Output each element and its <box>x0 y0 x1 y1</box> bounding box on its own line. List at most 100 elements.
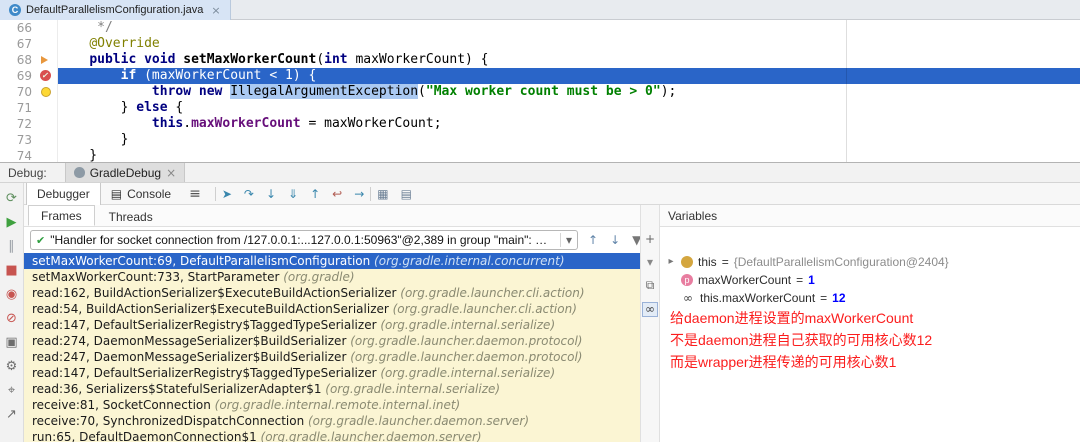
variable-row[interactable]: ∞ this.maxWorkerCount = 12 <box>666 289 1080 307</box>
frame-location: read:162, BuildActionSerializer$ExecuteB… <box>32 286 401 300</box>
close-icon[interactable]: × <box>166 166 176 180</box>
code-line[interactable]: 73 } <box>0 132 1080 148</box>
frame-up-icon[interactable]: ↑ <box>588 233 598 247</box>
code-text: */ <box>58 20 113 35</box>
code-text: } else { <box>58 100 184 115</box>
code-editor[interactable]: 66 */67 @Override 68 public void setMaxWo… <box>0 20 1080 162</box>
pin-icon[interactable]: ⌖ <box>8 383 15 399</box>
line-number[interactable]: 66 <box>0 20 36 36</box>
frame-row[interactable]: setMaxWorkerCount:69, DefaultParallelism… <box>24 253 640 269</box>
frames-tab-bar: Frames Threads <box>24 205 640 227</box>
thread-selector-row: ✔ "Handler for socket connection from /1… <box>24 227 641 253</box>
line-number[interactable]: 74 <box>0 148 36 162</box>
line-number[interactable]: 72 <box>0 116 36 132</box>
step-out-icon[interactable]: ↑ <box>310 187 320 201</box>
variable-row[interactable]: ▸ this = {DefaultParallelismConfiguration… <box>666 253 1080 271</box>
gutter-cell[interactable] <box>36 68 58 84</box>
frame-row[interactable]: read:274, DaemonMessageSerializer$BuildS… <box>24 333 640 349</box>
add-watch-icon[interactable]: + <box>645 233 655 246</box>
frame-location: read:247, DaemonMessageSerializer$BuildS… <box>32 350 351 364</box>
variable-name: maxWorkerCount <box>698 273 792 287</box>
line-number[interactable]: 69 <box>0 68 36 84</box>
collapse-icon[interactable]: ▾ <box>647 256 653 269</box>
code-line[interactable]: 70 throw new IllegalArgumentException("M… <box>0 84 1080 100</box>
frame-row[interactable]: setMaxWorkerCount:733, StartParameter (o… <box>24 269 640 285</box>
menu-icon[interactable]: ≡ <box>189 186 201 202</box>
pause-icon[interactable]: ∥ <box>8 239 15 255</box>
thread-dump-icon[interactable]: ▣ <box>5 335 17 351</box>
variable-value: {DefaultParallelismConfiguration@2404} <box>733 255 949 269</box>
frame-location: receive:70, SynchronizedDispatchConnecti… <box>32 414 308 428</box>
tab-debugger[interactable]: Debugger <box>26 182 101 205</box>
code-line[interactable]: 74 } <box>0 148 1080 162</box>
console-icon: ▤ <box>110 186 123 201</box>
show-watches-icon[interactable]: ∞ <box>642 302 658 317</box>
code-text: } <box>58 148 98 162</box>
tab-console[interactable]: ▤ Console <box>101 183 181 205</box>
variables-header: Variables <box>660 205 1080 227</box>
frame-row[interactable]: read:147, DefaultSerializerRegistry$Tagg… <box>24 317 640 333</box>
line-number[interactable]: 73 <box>0 132 36 148</box>
code-line[interactable]: 71 } else { <box>0 100 1080 116</box>
gutter-cell[interactable] <box>36 84 58 100</box>
code-text: throw new IllegalArgumentException("Max … <box>151 84 677 99</box>
code-line[interactable]: 66 */ <box>0 20 1080 36</box>
editor-tab[interactable]: C DefaultParallelismConfiguration.java × <box>0 0 231 20</box>
code-line[interactable]: 67 @Override <box>0 36 1080 52</box>
frame-location: run:65, DefaultDaemonConnection$1 <box>32 430 261 442</box>
close-icon[interactable]: × <box>211 4 220 17</box>
line-number[interactable]: 71 <box>0 100 36 116</box>
gutter-cell <box>36 116 58 132</box>
annotation-note: 不是daemon进程自己获取的可用核心数12 <box>670 332 933 348</box>
line-number[interactable]: 67 <box>0 36 36 52</box>
frame-row[interactable]: read:247, DaemonMessageSerializer$BuildS… <box>24 349 640 365</box>
session-tab-gradledebug[interactable]: GradleDebug × <box>64 163 186 182</box>
copy-icon[interactable]: ⧉ <box>646 279 655 292</box>
stop-icon[interactable]: ■ <box>5 263 17 279</box>
line-number[interactable]: 68 <box>0 52 36 68</box>
frame-row[interactable]: read:162, BuildActionSerializer$ExecuteB… <box>24 285 640 301</box>
code-line[interactable]: 69 if (maxWorkerCount < 1) { <box>0 68 1080 84</box>
frame-package: (org.gradle.launcher.daemon.protocol) <box>350 350 583 364</box>
tab-frames[interactable]: Frames <box>28 205 95 226</box>
tab-threads[interactable]: Threads <box>97 207 165 226</box>
step-into-icon[interactable]: ↓ <box>266 187 276 201</box>
breakpoint-icon[interactable] <box>40 68 51 84</box>
show-execution-point-icon[interactable]: ➤ <box>222 187 232 201</box>
frame-row[interactable]: read:54, BuildActionSerializer$ExecuteBu… <box>24 301 640 317</box>
thread-selector[interactable]: ✔ "Handler for socket connection from /1… <box>30 230 578 250</box>
expand-chevron-icon[interactable]: ▸ <box>666 253 676 271</box>
tab-debugger-label: Debugger <box>37 186 90 201</box>
run-to-cursor-icon[interactable]: → <box>354 187 364 201</box>
code-line[interactable]: 68 public void setMaxWorkerCount(int max… <box>0 52 1080 68</box>
gutter-run-icon[interactable] <box>41 56 48 64</box>
resume-icon[interactable]: ▶ <box>7 215 17 231</box>
frame-down-icon[interactable]: ↓ <box>610 233 620 247</box>
frame-row[interactable]: run:65, DefaultDaemonConnection$1 (org.g… <box>24 429 640 442</box>
code-line[interactable]: 72 this.maxWorkerCount = maxWorkerCount; <box>0 116 1080 132</box>
equals-sign: = <box>820 291 828 305</box>
line-number[interactable]: 70 <box>0 84 36 100</box>
mute-breakpoints-icon[interactable]: ⊘ <box>6 311 17 327</box>
frame-row[interactable]: read:36, Serializers$StatefulSerializerA… <box>24 381 640 397</box>
code-text: public void setMaxWorkerCount(int maxWor… <box>89 52 489 67</box>
restore-layout-icon[interactable]: ↗ <box>6 407 17 423</box>
frame-row[interactable]: receive:81, SocketConnection (org.gradle… <box>24 397 640 413</box>
variable-row[interactable]: p maxWorkerCount = 1 <box>666 271 1080 289</box>
gutter-cell[interactable] <box>36 52 58 68</box>
frame-row[interactable]: read:147, DefaultSerializerRegistry$Tagg… <box>24 365 640 381</box>
variable-kind-icon <box>681 256 693 268</box>
rerun-icon[interactable]: ⟳ <box>6 191 17 207</box>
grid-icon[interactable]: ▦ <box>377 187 388 201</box>
layout-icon[interactable]: ▤ <box>401 187 412 201</box>
drop-frame-icon[interactable]: ↩ <box>332 187 342 201</box>
chevron-down-icon[interactable]: ▾ <box>559 233 572 247</box>
settings-icon[interactable]: ⚙ <box>6 359 18 375</box>
frame-location: setMaxWorkerCount:733, StartParameter <box>32 270 284 284</box>
frame-row[interactable]: receive:70, SynchronizedDispatchConnecti… <box>24 413 640 429</box>
view-breakpoints-icon[interactable]: ◉ <box>6 287 17 303</box>
force-step-into-icon[interactable]: ⇓ <box>288 187 298 201</box>
step-over-icon[interactable]: ↷ <box>244 187 254 201</box>
intention-bulb-icon[interactable] <box>41 87 51 97</box>
annotation-note: 而是wrapper进程传递的可用核心数1 <box>670 354 897 370</box>
